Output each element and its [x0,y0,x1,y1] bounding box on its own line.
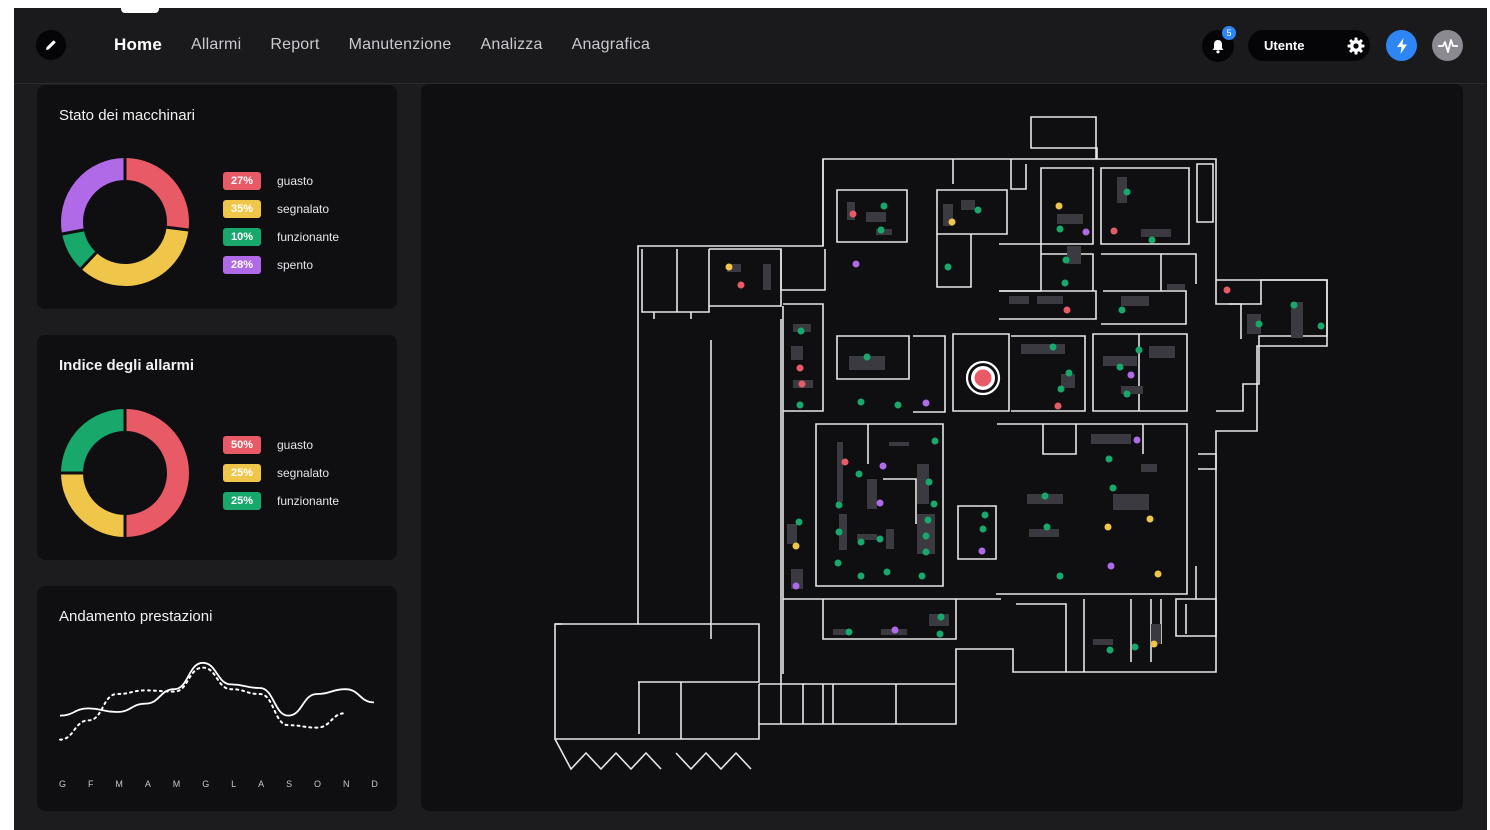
legend-label: segnalato [277,202,330,216]
legend-row-guasto: 50% guasto [223,435,339,455]
percent-badge: 25% [223,464,261,482]
performance-series-solid [59,661,375,717]
bolt-icon [1396,37,1407,54]
top-navigation-bar: Home Allarmi Report Manutenzione Analizz… [14,8,1487,84]
month-tick: A [144,779,152,789]
floor-plan-map[interactable] [421,84,1463,811]
donut-slice-spento [61,158,126,234]
month-tick: S [286,779,294,789]
gear-icon[interactable] [1346,36,1366,56]
donut-slice-segnalato [81,226,189,286]
machine-status-donut [61,158,189,286]
month-tick: N [342,779,351,789]
month-tick: M [115,779,124,789]
nav-home[interactable]: Home [114,35,162,55]
card-title: Indice degli allarmi [59,357,195,374]
donut-slice-guasto [124,409,189,537]
month-tick: G [59,779,68,789]
percent-badge: 25% [223,492,261,510]
nav-anagrafica[interactable]: Anagrafica [572,36,651,54]
percent-badge: 35% [223,200,261,218]
legend-label: guasto [277,438,314,452]
percent-badge: 50% [223,436,261,454]
month-tick: A [258,779,266,789]
donut-slice-guasto [124,158,189,231]
edit-icon [46,40,56,50]
floor-plan-svg [554,116,1328,771]
legend-row-guasto: 27% guasto [223,171,339,191]
app-window: Home Allarmi Report Manutenzione Analizz… [14,8,1487,830]
month-tick: M [172,779,182,789]
legend-row-funzionante: 25% funzionante [223,491,339,511]
card-title: Stato dei macchinari [59,107,195,124]
user-label: Utente [1264,38,1305,53]
percent-badge: 27% [223,172,261,190]
month-axis: G F M A M G L A S O N D [59,779,379,789]
month-tick: F [87,779,95,789]
alarm-index-legend: 50% guasto 25% segnalato 25% funzionante [223,435,339,519]
donut-slice-funzionante [62,229,97,269]
notification-count-badge: 5 [1222,26,1236,40]
nav-report[interactable]: Report [270,36,319,54]
machine-status-legend: 27% guasto 35% segnalato 10% funzionante… [223,171,339,283]
floor-plan-walls [554,116,1328,771]
edit-button[interactable] [36,30,66,60]
month-tick: L [231,779,238,789]
nav-analizza[interactable]: Analizza [481,36,543,54]
legend-label: funzionante [277,494,340,508]
alarm-index-donut [61,409,189,537]
main-nav: Home Allarmi Report Manutenzione Analizz… [114,8,650,82]
nav-manutenzione[interactable]: Manutenzione [349,36,452,54]
bell-icon [1212,39,1224,53]
legend-row-segnalato: 35% segnalato [223,199,339,219]
location-marker[interactable] [965,360,1001,396]
activity-button[interactable] [1432,30,1463,61]
month-tick: G [202,779,211,789]
donut-slice-funzionante [61,409,126,474]
performance-line-chart [59,661,375,741]
nav-allarmi[interactable]: Allarmi [191,36,241,54]
legend-label: funzionante [277,230,340,244]
energy-button[interactable] [1386,30,1417,61]
legend-row-spento: 28% spento [223,255,339,275]
percent-badge: 10% [223,228,261,246]
legend-row-segnalato: 25% segnalato [223,463,339,483]
donut-slice-segnalato [61,472,126,537]
performance-trend-card: Andamento prestazioni G F M A M G L A S … [37,586,397,811]
percent-badge: 28% [223,256,261,274]
legend-label: spento [277,258,314,272]
legend-label: guasto [277,174,314,188]
legend-label: segnalato [277,466,330,480]
alarm-index-card: Indice degli allarmi 50% guasto 25% segn… [37,335,397,560]
pulse-icon [1437,38,1458,53]
month-tick: D [371,779,379,789]
card-title: Andamento prestazioni [59,608,213,625]
month-tick: O [314,779,323,789]
machine-status-card: Stato dei macchinari 27% guasto 35% segn… [37,85,397,309]
legend-row-funzionante: 10% funzionante [223,227,339,247]
